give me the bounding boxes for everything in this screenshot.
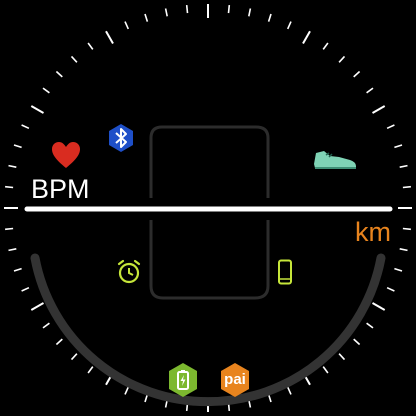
heart-rate-unit-label: BPM (31, 174, 90, 204)
minute-tick (402, 227, 411, 231)
minute-tick (8, 164, 17, 168)
distance-unit-label: km (355, 217, 391, 247)
minute-tick (286, 386, 292, 395)
hour-tick (30, 105, 44, 114)
minute-tick (267, 13, 272, 22)
minute-tick (55, 70, 63, 78)
minute-tick (124, 21, 130, 30)
minute-tick (42, 87, 50, 94)
center-frame-top (149, 125, 270, 198)
minute-tick (322, 366, 329, 374)
progress-arc-track (30, 253, 386, 407)
sneaker-icon (314, 151, 356, 169)
center-frame-bottom (149, 220, 270, 300)
minute-tick (144, 13, 149, 22)
minute-tick (42, 322, 50, 329)
heart-icon (52, 142, 80, 168)
minute-tick (5, 227, 14, 231)
minute-tick (8, 248, 17, 252)
hour-tick (30, 302, 44, 311)
hour-tick (105, 30, 114, 44)
minute-tick (366, 322, 374, 329)
minute-tick (399, 248, 408, 252)
minute-tick (13, 267, 22, 272)
minute-tick (124, 386, 130, 395)
minute-tick (402, 185, 411, 189)
pai-badge-icon: pai (217, 362, 253, 398)
minute-tick (70, 55, 78, 63)
minute-tick (353, 338, 361, 346)
bluetooth-icon[interactable] (106, 123, 136, 153)
minute-tick (248, 8, 252, 17)
minute-tick (13, 144, 22, 149)
pai-label: pai (224, 371, 246, 388)
minute-tick (227, 5, 231, 14)
minute-tick (338, 353, 346, 361)
minute-tick (164, 8, 168, 17)
hour-tick (372, 302, 386, 311)
minute-tick (366, 87, 374, 94)
minute-tick (286, 21, 292, 30)
alarm-clock-icon (117, 259, 141, 284)
minute-tick (386, 286, 395, 292)
minute-tick (185, 5, 189, 14)
minute-tick (338, 55, 346, 63)
minute-tick (21, 124, 30, 130)
minute-tick (87, 42, 94, 50)
minute-tick (399, 164, 408, 168)
minute-tick (55, 338, 63, 346)
minute-tick (353, 70, 361, 78)
minute-tick (267, 394, 272, 403)
watch-face-graphics (4, 4, 412, 412)
minute-tick (87, 366, 94, 374)
minute-tick (386, 124, 395, 130)
watch-face: pai BPM km (0, 0, 416, 416)
minute-tick (394, 144, 403, 149)
minute-tick (21, 286, 30, 292)
hour-tick (302, 30, 311, 44)
minute-tick (144, 394, 149, 403)
minute-tick (5, 185, 14, 189)
minute-tick (70, 353, 78, 361)
phone-icon (278, 259, 292, 285)
minute-tick (394, 267, 403, 272)
battery-charging-icon (169, 363, 197, 397)
hour-tick (372, 105, 386, 114)
minute-tick (322, 42, 329, 50)
